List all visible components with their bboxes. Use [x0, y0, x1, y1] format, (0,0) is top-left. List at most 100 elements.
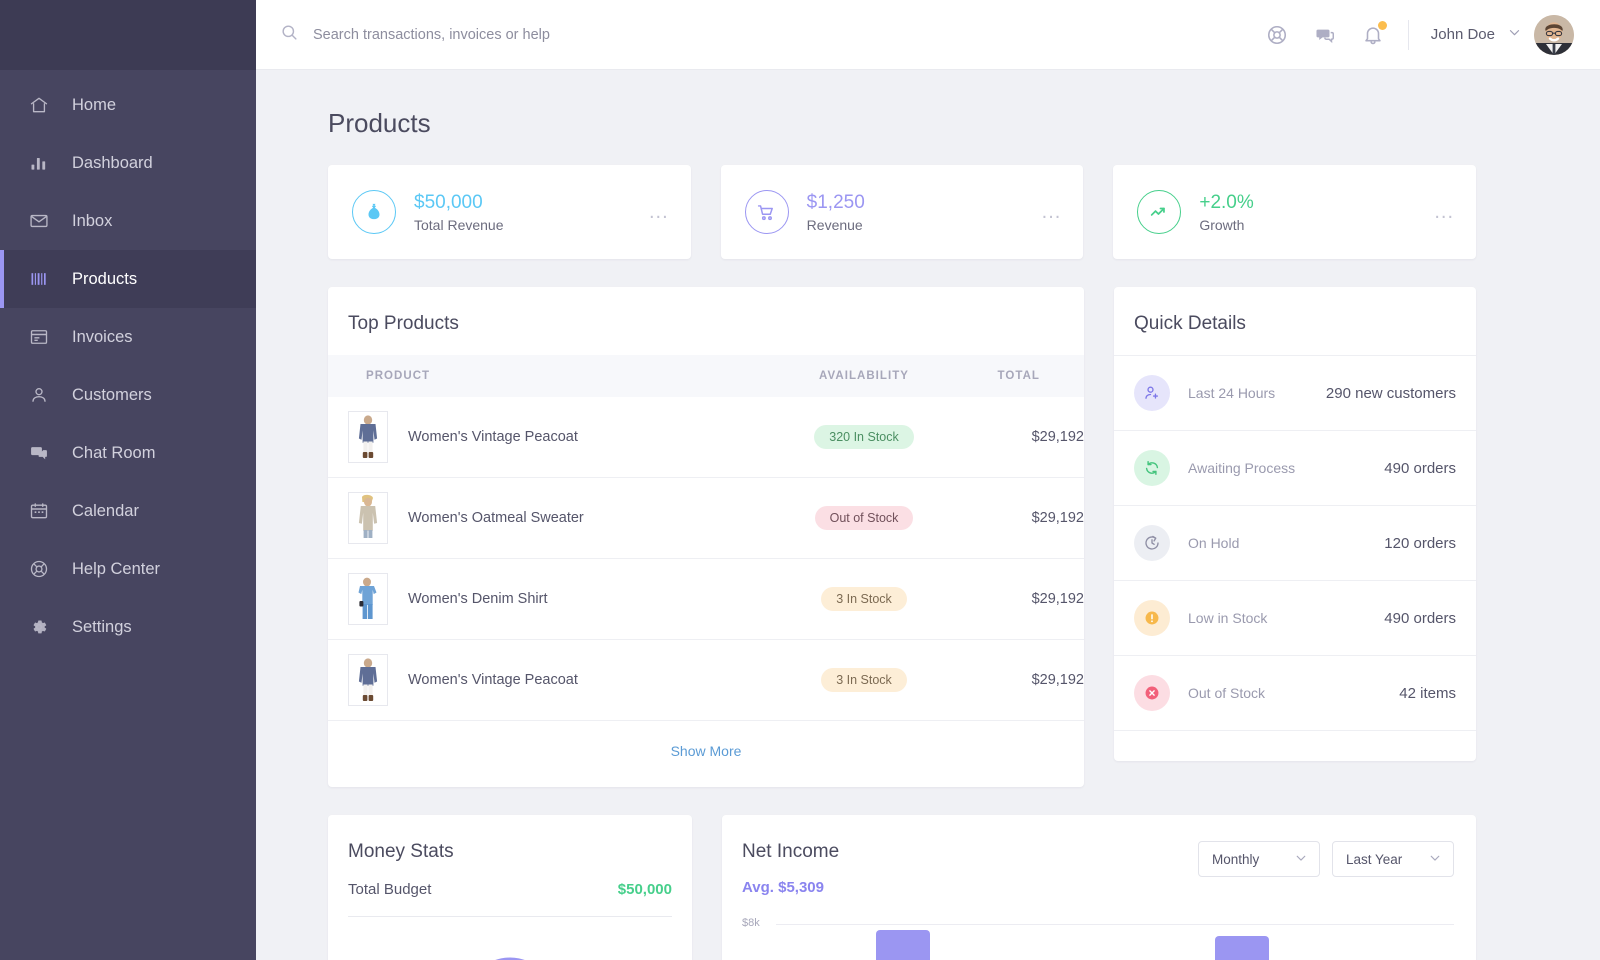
product-thumbnail — [348, 411, 388, 463]
quick-details-value: 490 orders — [1384, 609, 1456, 627]
search-bar[interactable] — [280, 23, 1266, 47]
range-select-value: Last Year — [1346, 851, 1403, 867]
total-budget-label: Total Budget — [348, 881, 432, 898]
table-row[interactable]: Women's Vintage Peacoat 320 In Stock $29… — [328, 397, 1084, 478]
net-income-average: Avg. $5,309 — [742, 879, 824, 896]
stat-card-total-revenue[interactable]: $50,000 Total Revenue ... — [328, 165, 691, 259]
stat-label: Total Revenue — [414, 217, 504, 234]
money-bag-icon — [352, 190, 396, 234]
sidebar-item-label: Chat Room — [72, 443, 156, 462]
sidebar: Home Dashboard Inbox Products Invoices C… — [0, 0, 256, 960]
sidebar-item-label: Calendar — [72, 501, 139, 520]
quick-details-row-out-of-stock[interactable]: Out of Stock 42 items — [1114, 656, 1476, 731]
user-menu[interactable]: John Doe — [1431, 14, 1574, 55]
home-icon — [28, 94, 50, 116]
total-budget-value: $50,000 — [617, 881, 672, 898]
chart-bar[interactable] — [1215, 936, 1270, 960]
show-more-link[interactable]: Show More — [671, 743, 742, 759]
table-row[interactable]: Women's Vintage Peacoat 3 In Stock $29,1… — [328, 639, 1084, 721]
stat-value: $50,000 — [414, 191, 483, 213]
chart-bar-slot — [861, 925, 946, 960]
quick-details-label: Out of Stock — [1188, 685, 1266, 701]
sidebar-item-label: Products — [72, 269, 138, 288]
search-icon — [280, 23, 299, 47]
table-header-row: PRODUCT AVAILABILITY TOTAL — [328, 355, 1084, 397]
page-title: Products — [328, 108, 431, 138]
quick-details-row-last-24-hours[interactable]: Last 24 Hours 290 new customers — [1114, 356, 1476, 431]
sidebar-item-calendar[interactable]: Calendar — [0, 482, 256, 540]
period-select[interactable]: Monthly — [1198, 841, 1320, 877]
chevron-down-icon — [1294, 851, 1308, 868]
envelope-icon — [28, 210, 50, 232]
chevron-down-icon[interactable] — [1507, 25, 1522, 45]
sidebar-item-dashboard[interactable]: Dashboard — [0, 134, 256, 192]
sidebar-item-label: Invoices — [72, 327, 133, 346]
bell-icon[interactable] — [1362, 20, 1387, 46]
stat-value: $1,250 — [806, 191, 865, 213]
avatar[interactable] — [1534, 14, 1574, 55]
card-menu-button[interactable]: ... — [1434, 202, 1454, 222]
product-name: Women's Vintage Peacoat — [408, 672, 578, 688]
lifebuoy-icon — [28, 558, 50, 580]
sidebar-item-chat-room[interactable]: Chat Room — [0, 424, 256, 482]
sidebar-item-inbox[interactable]: Inbox — [0, 192, 256, 250]
stat-texts: $50,000 Total Revenue — [414, 191, 649, 234]
stat-card-revenue[interactable]: $1,250 Revenue ... — [720, 165, 1084, 259]
trending-up-icon — [1137, 190, 1182, 234]
search-input[interactable] — [313, 26, 733, 43]
stat-texts: +2.0% Growth — [1199, 191, 1434, 234]
net-income-titles: Net Income Avg. $5,309 — [742, 841, 1198, 896]
chart-bars — [776, 925, 1454, 960]
range-select[interactable]: Last Year — [1332, 841, 1454, 877]
stat-card-growth[interactable]: +2.0% Growth ... — [1113, 165, 1477, 259]
quick-details-label: Last 24 Hours — [1188, 385, 1276, 401]
product-name: Women's Vintage Peacoat — [408, 429, 578, 445]
total-cell: $29,192 — [954, 477, 1084, 559]
card-menu-button[interactable]: ... — [1042, 202, 1062, 222]
sidebar-item-customers[interactable]: Customers — [0, 366, 256, 424]
gear-icon — [28, 616, 50, 638]
table-row[interactable]: Women's Denim Shirt 3 In Stock $29,192 — [328, 558, 1084, 640]
quick-details-value: 120 orders — [1384, 534, 1456, 552]
table-body: Women's Vintage Peacoat 320 In Stock $29… — [328, 397, 1084, 721]
sidebar-item-help-center[interactable]: Help Center — [0, 540, 256, 598]
product-name: Women's Oatmeal Sweater — [408, 510, 584, 526]
net-income-filters: Monthly Last Year — [1198, 841, 1454, 877]
content-inner: $50,000 Total Revenue ... $1,250 Revenue — [256, 165, 1477, 960]
chart-bar-slot — [1200, 925, 1285, 960]
total-budget-row: Total Budget $50,000 — [348, 881, 672, 917]
chevron-down-icon — [1428, 851, 1442, 868]
quick-details-row-low-in-stock[interactable]: Low in Stock 490 orders — [1114, 581, 1476, 656]
invoice-icon — [28, 326, 50, 348]
column-header-availability: AVAILABILITY — [774, 355, 954, 397]
total-cell: $29,192 — [954, 639, 1084, 721]
content-area: Products $50,000 Total Revenue ... $1,25… — [256, 70, 1600, 960]
status-badge: 3 In Stock — [821, 667, 907, 693]
quick-details-value: 42 items — [1399, 684, 1456, 702]
clock-icon — [1134, 525, 1170, 561]
sidebar-item-home[interactable]: Home — [0, 76, 256, 134]
stat-value: +2.0% — [1199, 191, 1254, 213]
card-menu-button[interactable]: ... — [649, 202, 669, 222]
sidebar-item-invoices[interactable]: Invoices — [0, 308, 256, 366]
availability-cell: Out of Stock — [774, 477, 954, 559]
budget-donut-chart — [328, 943, 692, 960]
lifebuoy-icon[interactable] — [1266, 24, 1288, 46]
sidebar-item-products[interactable]: Products — [0, 250, 256, 308]
user-icon — [28, 384, 50, 406]
period-select-value: Monthly — [1212, 851, 1260, 867]
bottom-row: Money Stats Total Budget $50,000 Net Inc… — [328, 815, 1476, 960]
chart-bar[interactable] — [876, 930, 931, 960]
y-axis-tick-label: $8k — [742, 917, 760, 929]
availability-cell: 320 In Stock — [774, 397, 954, 478]
main-area: John Doe — [256, 0, 1600, 960]
quick-details-row-on-hold[interactable]: On Hold 120 orders — [1114, 506, 1476, 581]
net-income-head: Net Income Avg. $5,309 Monthly Last Year — [722, 815, 1476, 896]
close-circle-icon — [1134, 675, 1170, 711]
chat-bubble-icon[interactable] — [1314, 24, 1336, 46]
product-cell: Women's Vintage Peacoat — [328, 397, 774, 478]
quick-details-row-awaiting-process[interactable]: Awaiting Process 490 orders — [1114, 431, 1476, 506]
availability-cell: 3 In Stock — [774, 639, 954, 721]
table-row[interactable]: Women's Oatmeal Sweater Out of Stock $29… — [328, 477, 1084, 559]
sidebar-item-settings[interactable]: Settings — [0, 598, 256, 656]
